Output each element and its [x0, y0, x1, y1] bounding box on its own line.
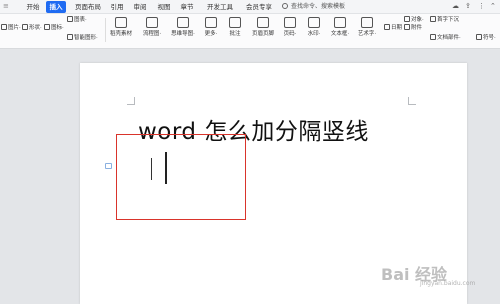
tab-review[interactable]: 审阅 — [132, 1, 148, 13]
insert-smartart-button[interactable]: 智能图形· — [67, 34, 98, 42]
cloud-sync-icon[interactable]: ☁ — [452, 2, 459, 12]
doc-parts-icon — [430, 34, 436, 40]
textbox-button[interactable]: 文本框· — [328, 17, 352, 38]
watermark-icon — [308, 17, 320, 28]
more-button[interactable]: 更多· — [201, 17, 221, 38]
smartart-icon — [67, 34, 73, 40]
insert-toolbar: 图片· 形状· 图标· 图表· 智能图形· 稻壳素材 流程图· 思维导图· 更多… — [0, 14, 500, 49]
dropcap-button[interactable]: 首字下沉 — [430, 16, 459, 24]
docer-icon — [115, 17, 127, 28]
watermark-button[interactable]: 水印· — [304, 17, 324, 38]
share-icon[interactable]: ⇪ — [465, 2, 471, 12]
tab-home[interactable]: 开始 — [24, 1, 42, 13]
mindmap-icon — [177, 17, 189, 28]
command-search[interactable]: 查找命令、搜索模板 — [282, 1, 362, 13]
docer-material-button[interactable]: 稻壳素材 — [108, 17, 134, 38]
wordart-icon — [361, 17, 373, 28]
mindmap-button[interactable]: 思维导图· — [168, 17, 198, 38]
search-placeholder: 查找命令、搜索模板 — [291, 3, 346, 10]
tab-references[interactable]: 引用 — [109, 1, 125, 13]
page-number-button[interactable]: 页码· — [280, 17, 300, 38]
more-icon — [205, 17, 217, 28]
margin-marker-top-left — [127, 97, 135, 105]
icon-library-icon — [44, 24, 50, 30]
dropcap-icon — [430, 16, 436, 22]
flowchart-button[interactable]: 流程图· — [139, 17, 165, 38]
margin-marker-top-right — [408, 97, 416, 105]
watermark-url: jingyan.baidu.com — [420, 280, 476, 287]
annotation-highlight-box — [116, 134, 246, 220]
tab-view[interactable]: 视图 — [156, 1, 172, 13]
header-footer-icon — [257, 17, 269, 28]
attachment-icon — [404, 24, 410, 30]
tab-insert[interactable]: 插入 — [46, 1, 66, 13]
tab-member[interactable]: 会员专享 — [244, 1, 274, 13]
flowchart-icon — [146, 17, 158, 28]
comment-icon — [229, 17, 241, 28]
object-icon — [404, 16, 410, 22]
image-icon — [1, 24, 7, 30]
insert-icon-button[interactable]: 图标· — [44, 24, 64, 32]
collapse-ribbon-icon[interactable]: ⌃ — [490, 2, 496, 12]
insert-shape-button[interactable]: 形状· — [22, 24, 42, 32]
toolbar-separator — [105, 18, 106, 42]
doc-parts-button[interactable]: 文档部件· — [430, 34, 461, 42]
tab-section[interactable]: 章节 — [179, 1, 195, 13]
tab-scroll-left-icon[interactable]: ≡ — [3, 2, 9, 10]
more-menu-icon[interactable]: ⋮ — [478, 2, 485, 12]
chart-icon — [67, 16, 73, 22]
insert-attachment-button[interactable]: 附件 — [404, 24, 422, 32]
header-footer-button[interactable]: 页眉页脚 — [248, 17, 278, 38]
symbol-icon — [476, 34, 482, 40]
insert-chart-button[interactable]: 图表· — [67, 16, 87, 24]
tab-developer[interactable]: 开发工具 — [205, 1, 235, 13]
shape-icon — [22, 24, 28, 30]
ribbon-tab-bar: ≡ 开始 插入 页面布局 引用 审阅 视图 章节 开发工具 会员专享 查找命令、… — [0, 0, 500, 14]
page-number-icon — [284, 17, 296, 28]
textbox-icon — [334, 17, 346, 28]
date-icon — [384, 24, 390, 30]
insert-object-button[interactable]: 对象· — [404, 16, 424, 24]
insert-date-button[interactable]: 日期 — [384, 24, 402, 32]
paragraph-marker-icon — [105, 163, 112, 169]
comment-button[interactable]: 批注 — [226, 17, 244, 38]
tab-page-layout[interactable]: 页面布局 — [73, 1, 103, 13]
wordart-button[interactable]: 艺术字· — [355, 17, 379, 38]
search-icon — [282, 3, 288, 9]
insert-picture-button[interactable]: 图片· — [1, 24, 21, 32]
insert-symbol-button[interactable]: 符号· — [476, 34, 496, 42]
